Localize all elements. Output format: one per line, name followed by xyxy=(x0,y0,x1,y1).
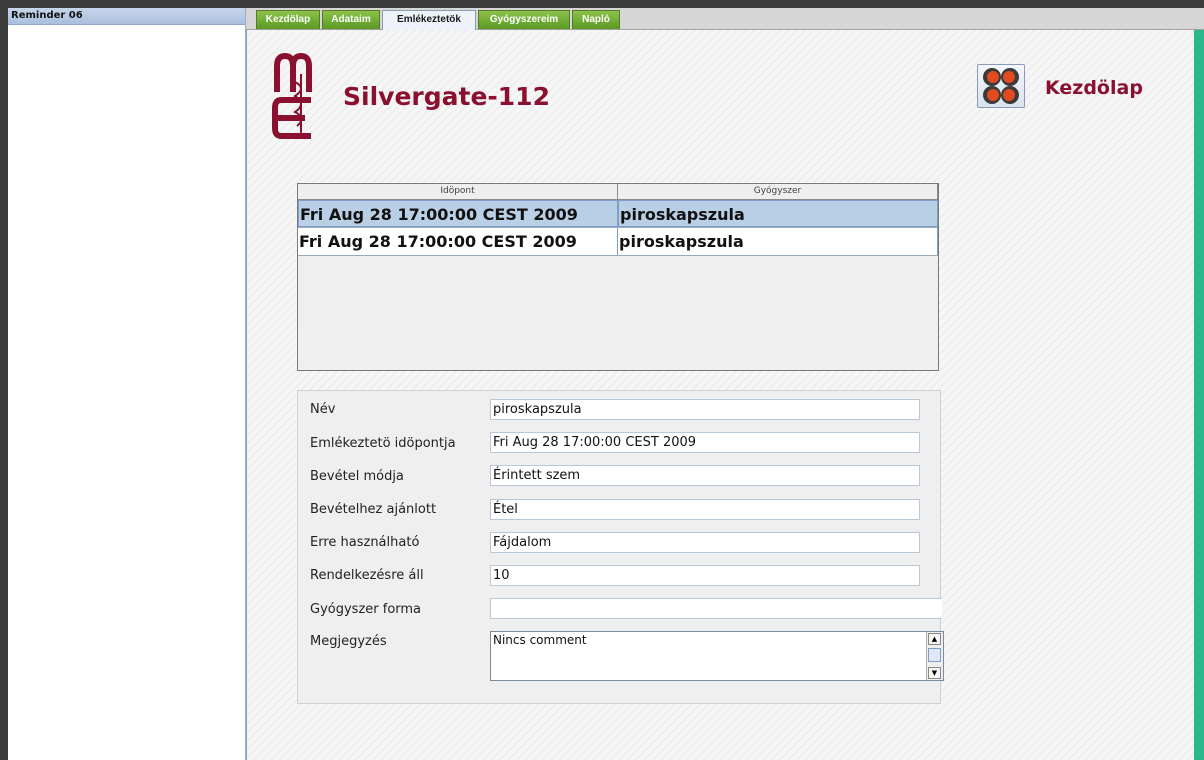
scroll-up-icon[interactable]: ▲ xyxy=(928,633,941,645)
window-title: Reminder 06 xyxy=(8,8,245,25)
home-button[interactable] xyxy=(977,64,1025,108)
notes-scrollbar[interactable]: ▲ ▼ xyxy=(926,632,943,680)
intake-method-field[interactable]: Érintett szem xyxy=(490,465,920,486)
caduceus-logo-icon xyxy=(272,52,312,139)
table-cell-time[interactable]: Fri Aug 28 17:00:00 CEST 2009 xyxy=(298,228,618,255)
tab-strip: Kezdölap Adataim Emlékeztetök Gyógyszere… xyxy=(246,8,1204,30)
field-label-intake-method: Bevétel módja xyxy=(310,469,404,484)
four-leaf-home-icon xyxy=(983,68,1019,104)
tab-kezdolap[interactable]: Kezdölap xyxy=(256,10,320,29)
drug-form-field[interactable] xyxy=(490,598,942,619)
notes-text[interactable]: Nincs comment xyxy=(491,632,926,680)
field-label-intake-recommendation: Bevételhez ajánlott xyxy=(310,502,437,517)
sidebar-panel: Reminder 06 xyxy=(8,8,246,760)
right-accent-bar xyxy=(1194,30,1204,760)
field-label-usage: Erre használható xyxy=(310,535,420,550)
field-label-drug-form: Gyógyszer forma xyxy=(310,602,422,617)
table-cell-time[interactable]: Fri Aug 28 17:00:00 CEST 2009 xyxy=(298,200,618,227)
reminder-details-form: Név piroskapszula Emlékeztetö idöpontja … xyxy=(297,390,944,704)
name-field[interactable]: piroskapszula xyxy=(490,399,920,420)
field-label-notes: Megjegyzés xyxy=(310,634,387,649)
table-row[interactable]: Fri Aug 28 17:00:00 CEST 2009 piroskapsz… xyxy=(298,228,938,256)
field-label-reminder-time: Emlékeztetö idöpontja xyxy=(310,436,456,451)
column-header-drug[interactable]: Gyógyszer xyxy=(618,184,938,199)
table-cell-drug[interactable]: piroskapszula xyxy=(618,228,938,255)
reminder-table: Idöpont Gyógyszer Fri Aug 28 17:00:00 CE… xyxy=(297,183,939,371)
scroll-down-icon[interactable]: ▼ xyxy=(928,667,941,679)
available-quantity-field[interactable]: 10 xyxy=(490,565,920,586)
tab-naplo[interactable]: Napló xyxy=(572,10,620,29)
main-content: Silvergate-112 Kezdölap Idöpont Gyógysze… xyxy=(246,30,1195,760)
table-row[interactable]: Fri Aug 28 17:00:00 CEST 2009 piroskapsz… xyxy=(298,200,938,228)
field-label-name: Név xyxy=(310,402,336,417)
usage-field[interactable]: Fájdalom xyxy=(490,532,920,553)
notes-textarea[interactable]: Nincs comment ▲ ▼ xyxy=(490,631,944,681)
tab-gyogyszereim[interactable]: Gyógyszereim xyxy=(478,10,570,29)
intake-recommendation-field[interactable]: Étel xyxy=(490,499,920,520)
field-label-available: Rendelkezésre áll xyxy=(310,568,424,583)
column-header-time[interactable]: Idöpont xyxy=(298,184,618,199)
tab-emlekeztetok[interactable]: Emlékeztetök xyxy=(382,10,476,30)
app-title: Silvergate-112 xyxy=(343,82,550,111)
scroll-thumb[interactable] xyxy=(928,648,941,662)
table-header: Idöpont Gyógyszer xyxy=(298,184,938,200)
reminder-time-field[interactable]: Fri Aug 28 17:00:00 CEST 2009 xyxy=(490,432,920,453)
table-cell-drug[interactable]: piroskapszula xyxy=(618,200,938,227)
tab-adataim[interactable]: Adataim xyxy=(322,10,380,29)
home-label[interactable]: Kezdölap xyxy=(1045,77,1143,99)
